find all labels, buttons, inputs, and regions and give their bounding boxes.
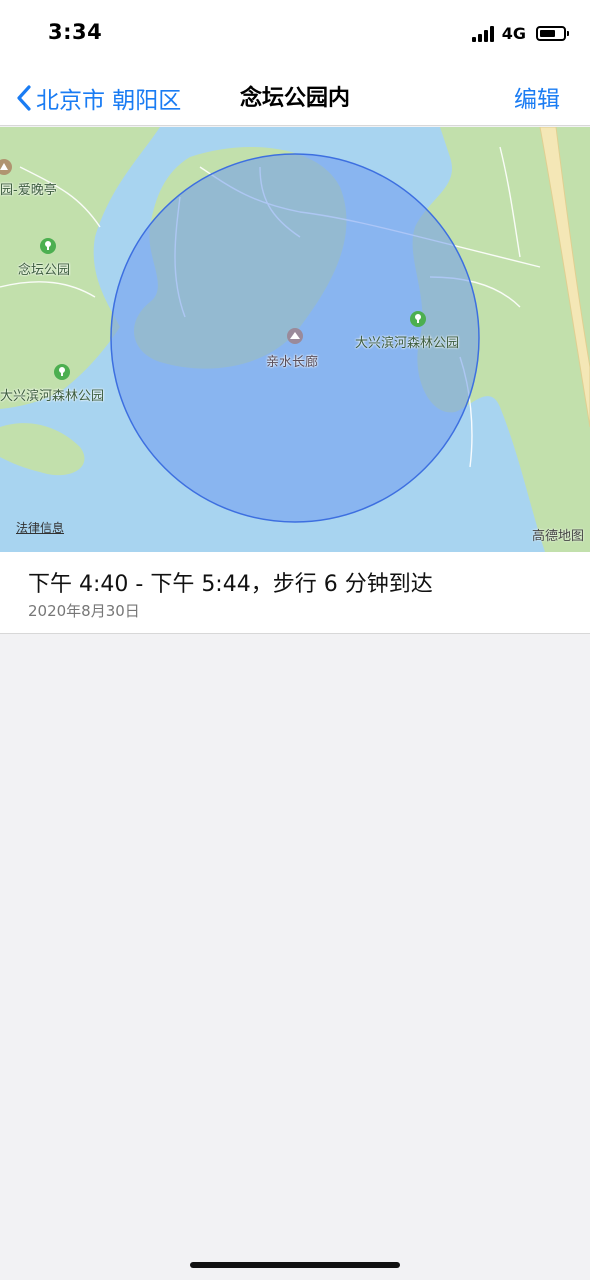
cellular-signal-icon: [471, 25, 494, 42]
park-poi-icon: [40, 238, 56, 254]
page-title: 念坛公园内: [239, 86, 350, 111]
status-time: 3:34: [48, 20, 103, 44]
park-poi-icon: [54, 364, 70, 380]
network-type: 4G: [501, 24, 526, 43]
status-bar: 3:34 4G: [0, 0, 590, 70]
map-attribution: 高德地图: [531, 529, 584, 544]
visit-date: 2020年8月30日: [28, 602, 140, 620]
map-label-pavilion[interactable]: 园-爱晚亭: [0, 179, 57, 198]
status-indicators: 4G: [471, 24, 569, 43]
edit-button[interactable]: 编辑: [514, 80, 560, 114]
battery-icon: [536, 26, 569, 41]
park-poi-icon: [410, 311, 426, 327]
battery-fill: [540, 30, 555, 37]
nav-bar: 北京市 朝阳区 念坛公园内 编辑: [0, 70, 590, 126]
visit-info-row: 下午 4:40 - 下午 5:44，步行 6 分钟到达 2020年8月30日: [0, 552, 590, 634]
visit-time-range: 下午 4:40 - 下午 5:44，步行 6 分钟到达: [28, 572, 433, 597]
map-label-daxing-forest-park-west[interactable]: 大兴滨河森林公园: [0, 385, 104, 404]
map-label-waterside-corridor[interactable]: 亲水长廊: [266, 351, 318, 370]
legal-info-link[interactable]: 法律信息: [16, 519, 64, 536]
landmark-poi-icon: [287, 328, 303, 344]
map-label-niantan-park[interactable]: 念坛公园: [18, 259, 70, 278]
map-view[interactable]: 园-爱晚亭 念坛公园 大兴滨河森林公园 大兴滨河森林公园 亲水长廊 法律信息 高…: [0, 127, 590, 552]
map-canvas: [0, 127, 590, 552]
home-indicator[interactable]: [190, 1262, 400, 1268]
map-label-daxing-forest-park-east[interactable]: 大兴滨河森林公园: [355, 332, 459, 351]
